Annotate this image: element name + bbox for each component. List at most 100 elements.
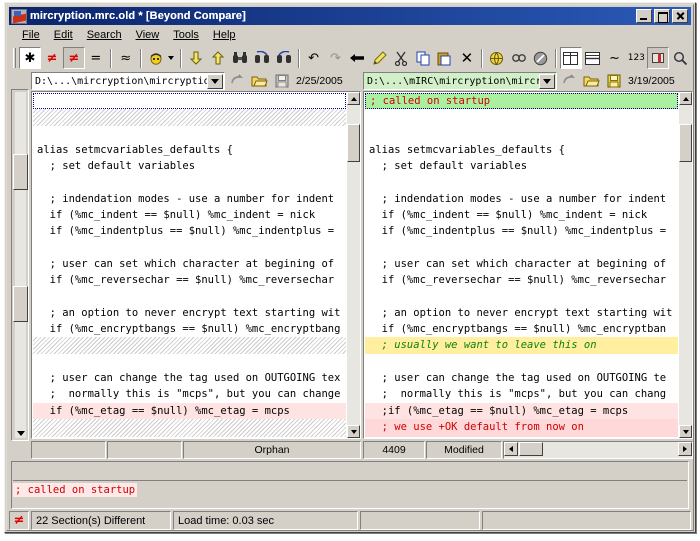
code-line[interactable]: [365, 354, 678, 370]
code-line[interactable]: ; set default variables: [33, 158, 346, 174]
over-under-button[interactable]: [582, 47, 604, 69]
right-scroll-up-button[interactable]: [679, 92, 692, 105]
right-browse-button[interactable]: [582, 72, 601, 90]
code-line[interactable]: if (%mc_indent == $null) %mc_indent = ni…: [33, 207, 346, 223]
code-line[interactable]: ; an option to never encrypt text starti…: [365, 305, 678, 321]
right-hscroll-left-button[interactable]: [504, 442, 518, 456]
code-line[interactable]: [365, 174, 678, 190]
code-line[interactable]: if (%mc_etag == $null) %mc_etag = +OK: [365, 435, 678, 437]
word-wrap-button[interactable]: ~: [603, 47, 625, 69]
maximize-button[interactable]: [654, 9, 670, 23]
difference-overview-bar[interactable]: [11, 89, 29, 441]
left-scroll-thumb[interactable]: [347, 124, 360, 162]
code-line[interactable]: ; normally this is "mcps", but you can c…: [365, 386, 678, 402]
code-line[interactable]: [33, 418, 346, 436]
code-line[interactable]: if (%mc_indent == $null) %mc_indent = ni…: [365, 207, 678, 223]
code-line[interactable]: [365, 240, 678, 256]
paste-button[interactable]: [434, 47, 456, 69]
right-hscroll-right-button[interactable]: [678, 442, 692, 456]
code-line[interactable]: [33, 126, 346, 142]
delete-button[interactable]: ✕: [456, 47, 478, 69]
find-previous-button[interactable]: [273, 47, 295, 69]
code-line[interactable]: [365, 109, 678, 125]
find-button[interactable]: [229, 47, 251, 69]
code-line[interactable]: [33, 93, 346, 110]
overview-thumb-top[interactable]: [13, 154, 28, 190]
close-button[interactable]: [672, 9, 688, 23]
minimize-button[interactable]: [636, 9, 652, 23]
zoom-button[interactable]: [669, 47, 691, 69]
code-line[interactable]: [33, 240, 346, 256]
code-line[interactable]: [33, 337, 346, 354]
show-minor-button[interactable]: ≈: [115, 47, 137, 69]
code-line[interactable]: ; user can set which character at begini…: [365, 256, 678, 272]
code-line[interactable]: ; normally this is "mcps", but you can c…: [33, 386, 346, 402]
code-line[interactable]: if (%mc_indentplus == $null) %mc_indentp…: [365, 223, 678, 239]
right-refresh-button[interactable]: [560, 72, 579, 90]
undo-button[interactable]: ↶: [303, 47, 325, 69]
right-scroll-thumb[interactable]: [679, 124, 692, 162]
code-line[interactable]: ;if (%mc_etag == $null) %mc_etag = mcps: [365, 402, 678, 419]
code-line[interactable]: ; user can change the tag used on OUTGOI…: [33, 370, 346, 386]
ignore-button[interactable]: [530, 47, 552, 69]
menu-item-file[interactable]: File: [15, 27, 47, 43]
menu-item-search[interactable]: Search: [80, 27, 129, 43]
preview-pane[interactable]: ; called on startup: [11, 461, 689, 509]
link-button[interactable]: [508, 47, 530, 69]
code-line[interactable]: ; user can change the tag used on OUTGOI…: [365, 370, 678, 386]
next-difference-button[interactable]: [185, 47, 207, 69]
right-save-button[interactable]: [604, 72, 623, 90]
code-line[interactable]: alias setmcvariables_defaults {: [33, 142, 346, 158]
code-line[interactable]: alias setmcvariables_defaults {: [365, 142, 678, 158]
overview-track[interactable]: [15, 92, 26, 438]
right-vertical-scrollbar[interactable]: [679, 92, 692, 438]
code-line[interactable]: [33, 435, 346, 437]
menu-item-edit[interactable]: Edit: [47, 27, 80, 43]
left-vertical-scrollbar[interactable]: [347, 92, 360, 438]
right-path-input[interactable]: D:\...\mIRC\mircryption\mircryption.mrc: [363, 72, 557, 90]
left-path-dropdown-button[interactable]: [207, 73, 223, 89]
edit-button[interactable]: [368, 47, 390, 69]
menu-item-help[interactable]: Help: [206, 27, 243, 43]
line-numbers-button[interactable]: 123: [625, 47, 647, 69]
title-bar[interactable]: mircryption.mrc.old * [Beyond Compare]: [9, 7, 691, 25]
code-line[interactable]: [33, 109, 346, 126]
overview-scroll-down-button[interactable]: [14, 428, 27, 439]
code-line[interactable]: [365, 289, 678, 305]
show-differences-button[interactable]: ≠: [41, 47, 63, 69]
left-refresh-button[interactable]: [228, 72, 247, 90]
menu-item-tools[interactable]: Tools: [166, 27, 206, 43]
left-save-button[interactable]: [272, 72, 291, 90]
previous-difference-button[interactable]: [207, 47, 229, 69]
code-line[interactable]: [33, 289, 346, 305]
code-line[interactable]: ; set default variables: [365, 158, 678, 174]
right-scroll-down-button[interactable]: [679, 425, 692, 438]
compare-contents-button[interactable]: [486, 47, 508, 69]
code-line[interactable]: ; user can set which character at begini…: [33, 256, 346, 272]
code-line[interactable]: ; an option to never encrypt text starti…: [33, 305, 346, 321]
show-same-button[interactable]: =: [85, 47, 107, 69]
copy-to-left-button[interactable]: [346, 47, 368, 69]
code-line[interactable]: if (%mc_indentplus == $null) %mc_indentp…: [33, 223, 346, 239]
rules-button[interactable]: [145, 47, 167, 69]
code-line[interactable]: ; indendation modes - use a number for i…: [33, 191, 346, 207]
left-scroll-up-button[interactable]: [347, 92, 360, 105]
toolbar-grip[interactable]: [13, 48, 16, 68]
cut-button[interactable]: [390, 47, 412, 69]
right-horizontal-scrollbar[interactable]: [503, 441, 693, 459]
right-path-dropdown-button[interactable]: [539, 73, 555, 89]
left-scroll-down-button[interactable]: [347, 425, 360, 438]
code-line[interactable]: if (%mc_reversechar == $null) %mc_revers…: [33, 272, 346, 288]
code-line[interactable]: ; we use +OK default from now on: [365, 418, 678, 436]
code-line[interactable]: if (%mc_encryptbangs == $null) %mc_encry…: [33, 321, 346, 337]
find-next-button[interactable]: [251, 47, 273, 69]
menu-item-view[interactable]: View: [129, 27, 167, 43]
overview-thumb-current[interactable]: [13, 286, 28, 322]
left-editor-text[interactable]: alias setmcvariables_defaults { ; set de…: [33, 93, 346, 437]
left-browse-button[interactable]: [250, 72, 269, 90]
code-line[interactable]: if (%mc_reversechar == $null) %mc_revers…: [365, 272, 678, 288]
code-line[interactable]: ; usually we want to leave this on: [365, 337, 678, 354]
copy-button[interactable]: [412, 47, 434, 69]
code-line[interactable]: ; indendation modes - use a number for i…: [365, 191, 678, 207]
code-line[interactable]: if (%mc_encryptbangs == $null) %mc_encry…: [365, 321, 678, 337]
